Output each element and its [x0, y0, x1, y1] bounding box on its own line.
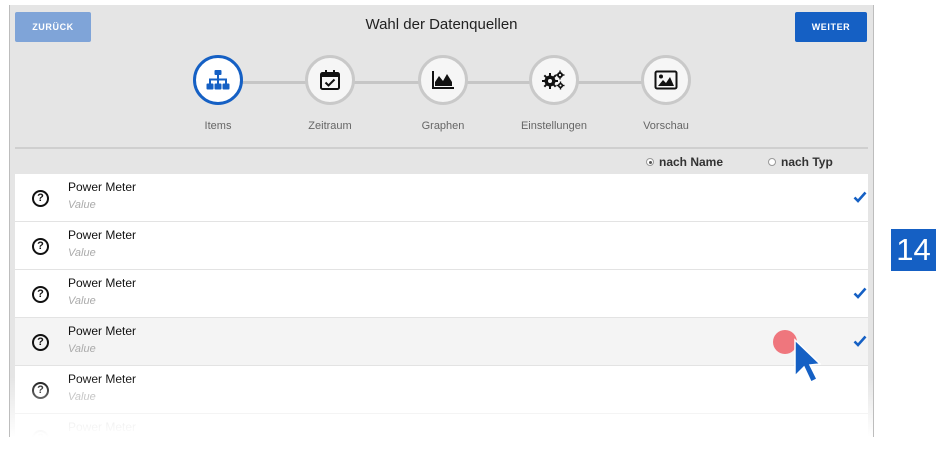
step-label-items: Items [204, 120, 232, 132]
sort-by-type-option[interactable]: nach Typ [768, 155, 833, 169]
checkmark-icon [853, 191, 867, 203]
top-bar: ZURÜCK Wahl der Datenquellen WEITER [10, 5, 873, 47]
calendar-check-icon [320, 70, 340, 90]
step-label-graphen: Graphen [421, 120, 465, 132]
item-name: Power Meter [68, 276, 137, 290]
step-items[interactable]: Items [168, 55, 268, 132]
sort-by-name-radio[interactable] [646, 158, 654, 166]
item-name: Power Meter [68, 228, 137, 242]
sort-by-name-option[interactable]: nach Name [646, 155, 723, 169]
checkmark-icon [853, 335, 867, 347]
step-einstellungen[interactable]: Einstellungen [504, 55, 604, 132]
item-name: Power Meter [68, 180, 137, 194]
gears-icon [542, 70, 565, 90]
wizard-steps: Items Zeitraum Graphen Einstellungen Vor… [10, 55, 873, 145]
step-items-circle[interactable] [193, 55, 243, 105]
page-number-badge: 14 [891, 229, 936, 271]
sitemap-icon [206, 70, 230, 90]
step-label-vorschau: Vorschau [643, 120, 689, 132]
question-circle-icon: ? [32, 334, 49, 351]
step-graphen[interactable]: Graphen [393, 55, 493, 132]
question-circle-icon: ? [32, 430, 49, 437]
area-chart-icon [432, 71, 454, 89]
list-item[interactable]: ? Power Meter Value [15, 174, 868, 222]
checkmark-icon [853, 287, 867, 299]
step-label-einstellungen: Einstellungen [520, 120, 588, 132]
item-value: Value [68, 247, 96, 259]
list-item[interactable]: ? Power Meter Value [15, 270, 868, 318]
list-item[interactable]: ? Power Meter Value [15, 318, 868, 366]
list-item[interactable]: ? Power Meter Value [15, 222, 868, 270]
item-value: Value [68, 295, 96, 307]
question-circle-icon: ? [32, 190, 49, 207]
step-zeitraum[interactable]: Zeitraum [280, 55, 380, 132]
sort-by-name-label: nach Name [659, 155, 724, 169]
next-button[interactable]: WEITER [795, 12, 867, 42]
item-list: ? Power Meter Value ? Power Meter Value … [15, 174, 868, 437]
step-graphen-circle[interactable] [418, 55, 468, 105]
sort-by-type-radio[interactable] [768, 158, 776, 166]
question-circle-icon: ? [32, 286, 49, 303]
step-vorschau-circle[interactable] [641, 55, 691, 105]
step-zeitraum-circle[interactable] [305, 55, 355, 105]
sort-by-type-label: nach Typ [781, 155, 833, 169]
page-title: Wahl der Datenquellen [365, 16, 518, 33]
item-name: Power Meter [68, 324, 137, 338]
list-item[interactable]: ? Power Meter Value [15, 366, 868, 414]
item-value: Value [68, 199, 96, 211]
item-value: Value [68, 391, 96, 403]
question-circle-icon: ? [32, 238, 49, 255]
mouse-cursor-icon [794, 338, 821, 384]
question-circle-icon: ? [32, 382, 49, 399]
item-name: Power Meter [68, 420, 137, 434]
list-item[interactable]: ? Power Meter [15, 414, 868, 437]
wizard-window: ZURÜCK Wahl der Datenquellen WEITER Item… [9, 5, 874, 437]
step-vorschau[interactable]: Vorschau [616, 55, 716, 132]
step-einstellungen-circle[interactable] [529, 55, 579, 105]
header-divider [15, 147, 868, 149]
item-value: Value [68, 343, 96, 355]
step-label-zeitraum: Zeitraum [308, 120, 352, 132]
image-icon [654, 70, 678, 90]
item-name: Power Meter [68, 372, 137, 386]
